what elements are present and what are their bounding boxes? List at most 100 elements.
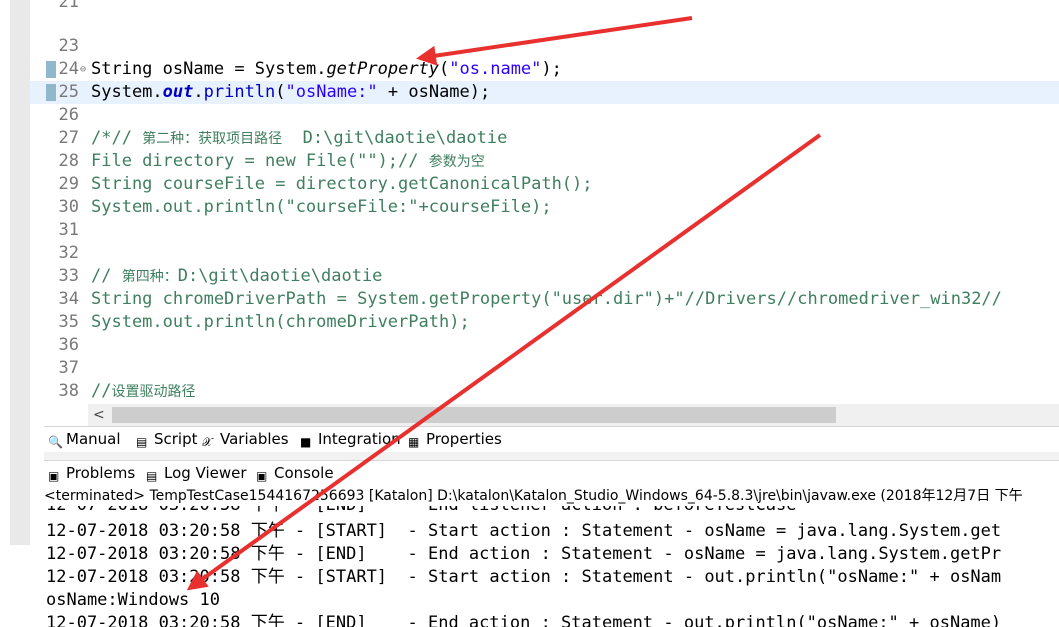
code-text: // 第四种：D:\git\daotie\daotie [91, 265, 382, 289]
code-line[interactable]: 37 [30, 357, 1059, 380]
code-token: System.out.println("courseFile:"+courseF… [91, 197, 552, 217]
line-number: 28 [58, 151, 79, 171]
code-token: ); [541, 59, 562, 79]
console-output[interactable]: 12-07-2018 03:20:58 下午 - [END] - End lis… [44, 506, 1059, 627]
line-number: 29 [58, 174, 79, 194]
code-token: D:\git\daotie\daotie [177, 266, 383, 286]
console-line: 12-07-2018 03:20:58 下午 - [END] - End act… [46, 613, 1002, 627]
panel-separator [44, 452, 1059, 460]
tab-problems[interactable]: ▣ Problems [48, 461, 135, 487]
code-token: osName [162, 59, 225, 79]
tab-label: Variables [220, 430, 289, 448]
tab-properties[interactable]: ▦ Properties [408, 427, 502, 453]
code-line[interactable]: 32 [30, 242, 1059, 265]
tab-script[interactable]: ▤ Script [136, 427, 198, 453]
code-text: String osName = System.getProperty("os.n… [91, 58, 562, 81]
scroll-left-icon[interactable]: < [93, 404, 105, 426]
console-status: <terminated> TempTestCase1544167256693 [… [44, 486, 1059, 506]
line-number: 35 [58, 312, 79, 332]
tab-label: Script [154, 430, 198, 448]
code-text: System.out.println("osName:" + osName); [91, 81, 490, 104]
code-token: /*// [91, 128, 143, 148]
code-text: /*// 第二种：获取项目路径 D:\git\daotie\daotie [91, 127, 507, 151]
fold-icon[interactable]: ⊖ [80, 58, 86, 81]
editor-horizontal-scrollbar[interactable]: < [88, 404, 1059, 426]
editor-view-tabs: 🔍 Manual ▤ Script 𝒳 Variables ■ Integration ▦ Pro… [44, 426, 1059, 453]
editor-ruler [10, 0, 30, 545]
code-line[interactable]: 35 System.out.println(chromeDriverPath); [30, 311, 1059, 334]
code-token: . [193, 82, 204, 102]
code-text: File directory = new File("");// 参数为空 [91, 150, 485, 174]
code-line[interactable]: 21 [30, 0, 1059, 14]
integration-icon: ■ [300, 435, 312, 449]
tab-label: Manual [66, 430, 121, 448]
console-line: 12-07-2018 03:20:58 下午 - [END] - End lis… [46, 506, 796, 517]
code-token: 第四种： [121, 269, 178, 285]
code-line[interactable]: 24 ⊖ String osName = System.getProperty("o… [30, 58, 1059, 81]
code-line[interactable]: 34 String chromeDriverPath = System.getPr… [30, 288, 1059, 311]
code-line[interactable]: 33 // 第四种：D:\git\daotie\daotie [30, 265, 1059, 288]
code-text: String chromeDriverPath = System.getProp… [91, 288, 1002, 311]
code-line[interactable]: 27 /*// 第二种：获取项目路径 D:\git\daotie\daotie [30, 127, 1059, 150]
code-line[interactable]: 36 [30, 334, 1059, 357]
line-number: 32 [58, 243, 79, 263]
tab-log-viewer[interactable]: ▤ Log Viewer [146, 461, 247, 487]
code-line[interactable]: 30 System.out.println("courseFile:"+cours… [30, 196, 1059, 219]
tab-label: Log Viewer [164, 464, 247, 482]
code-line[interactable]: 26 [30, 104, 1059, 127]
code-text: String courseFile = directory.getCanonic… [91, 173, 593, 196]
code-token: // [91, 266, 122, 286]
code-text: System.out.println("courseFile:"+courseF… [91, 196, 552, 219]
line-number: 26 [58, 105, 79, 125]
code-line[interactable]: 38 //设置驱动路径 [30, 380, 1059, 403]
console-icon: ▣ [256, 469, 268, 483]
code-editor[interactable]: 21 23 24 ⊖ String osName = System.getPropert… [30, 0, 1059, 404]
code-token: System. [91, 82, 163, 102]
console-line: 12-07-2018 03:20:58 下午 - [START] - Start… [46, 567, 1002, 587]
script-icon: ▤ [136, 435, 148, 449]
code-line[interactable]: 31 [30, 219, 1059, 242]
window-edge-lower [10, 545, 30, 627]
tab-label: Problems [66, 464, 136, 482]
tab-variables[interactable]: 𝒳 Variables [202, 427, 289, 453]
properties-icon: ▦ [408, 435, 420, 449]
tab-label: Integration [318, 430, 401, 448]
code-token: String chromeDriverPath = System.getProp… [91, 289, 1002, 309]
log-viewer-icon: ▤ [146, 469, 158, 483]
manual-icon: 🔍 [48, 435, 63, 449]
code-text: //设置驱动路径 [91, 380, 195, 404]
code-line[interactable]: 23 [30, 35, 1059, 58]
code-token: // [91, 381, 112, 401]
code-token: File directory = new File("");// [91, 151, 429, 171]
code-line[interactable]: 28 File directory = new File("");// 参数为空 [30, 150, 1059, 173]
code-token: = System. [224, 59, 327, 79]
line-number: 36 [58, 335, 79, 355]
code-line[interactable]: 29 String courseFile = directory.getCanon… [30, 173, 1059, 196]
line-number: 38 [58, 381, 79, 401]
window-edge [0, 0, 10, 627]
line-number: 24 [58, 59, 79, 79]
tab-integration[interactable]: ■ Integration [300, 427, 401, 453]
code-line[interactable]: 25 System.out.println("osName:" + osName)… [30, 81, 1059, 104]
tab-manual[interactable]: 🔍 Manual [48, 427, 121, 453]
tab-label: Properties [426, 430, 502, 448]
tab-label: Console [274, 464, 334, 482]
scrollbar-thumb[interactable] [112, 407, 836, 423]
line-number: 21 [58, 0, 79, 12]
console-line: 12-07-2018 03:20:58 下午 - [START] - Start… [46, 521, 1002, 541]
code-token: println [203, 82, 276, 102]
code-token: 第二种：获取项目路径 [142, 131, 283, 147]
variables-icon: 𝒳 [202, 435, 213, 449]
code-token: D:\git\daotie\daotie [282, 128, 508, 148]
console-line: osName:Windows 10 [46, 590, 220, 610]
code-token: 参数为空 [428, 154, 485, 170]
tab-console[interactable]: ▣ Console [256, 461, 334, 489]
code-token: getProperty [326, 59, 440, 79]
code-token: 设置驱动路径 [111, 384, 196, 400]
line-number: 31 [58, 220, 79, 240]
code-token: out [162, 82, 194, 102]
code-token: System.out.println(chromeDriverPath); [91, 312, 470, 332]
problems-icon: ▣ [48, 469, 60, 483]
console-line: 12-07-2018 03:20:58 下午 - [END] - End act… [46, 544, 1002, 564]
code-token: "os.name" [449, 59, 542, 79]
